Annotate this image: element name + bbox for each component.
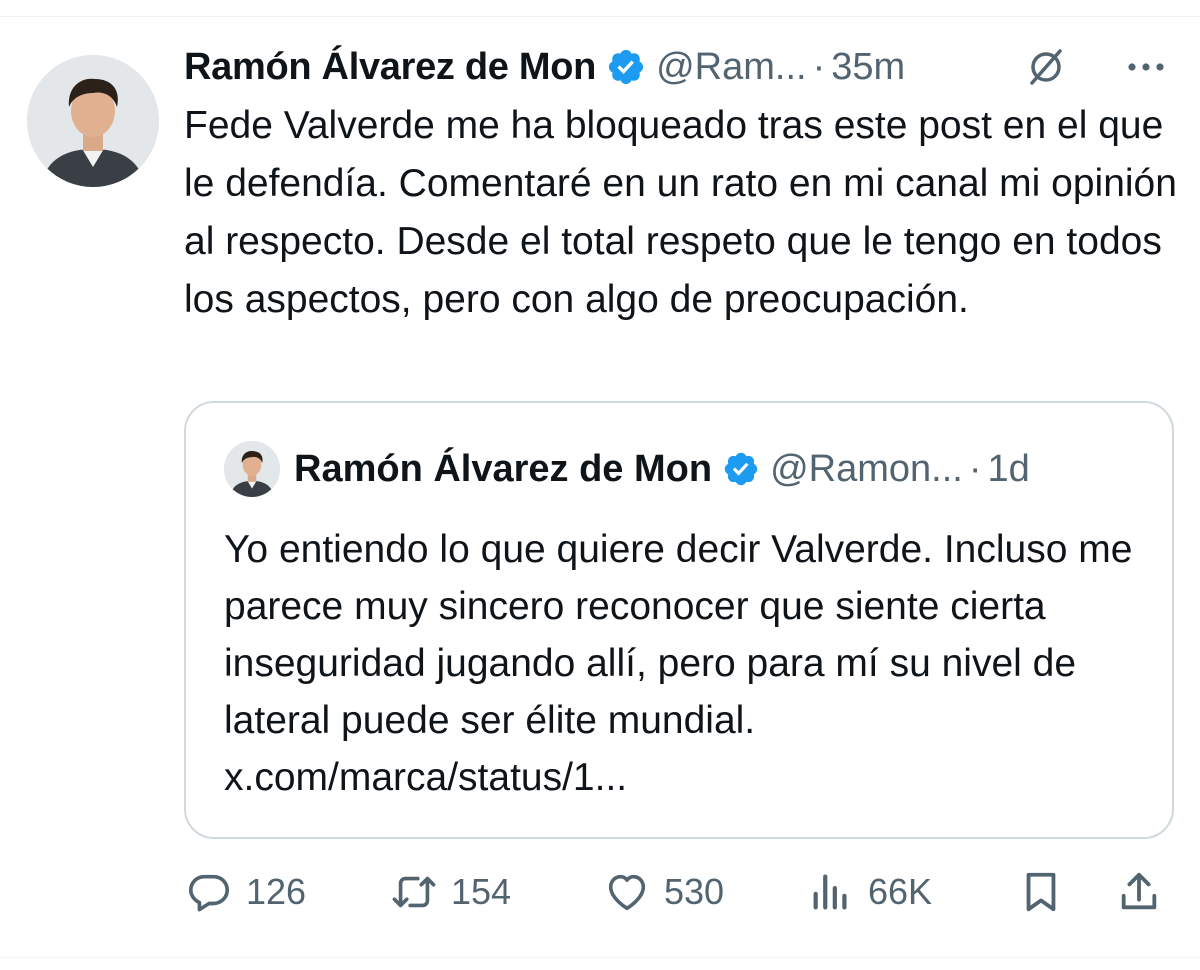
grok-icon[interactable] (1022, 43, 1070, 91)
like-count: 530 (664, 871, 725, 912)
reply-count: 126 (246, 871, 307, 912)
quoted-author-avatar (224, 441, 280, 497)
views-button[interactable]: 66K (808, 857, 932, 927)
timestamp[interactable]: 35m (831, 46, 905, 89)
share-button[interactable] (1116, 857, 1162, 927)
tweet-text: Fede Valverde me ha bloqueado tras este … (184, 104, 1177, 321)
bottom-divider (0, 957, 1200, 958)
reply-button[interactable]: 126 (186, 857, 306, 927)
action-bar: 126 154 530 66K (186, 857, 1176, 927)
tweet[interactable]: Ramón Álvarez de Mon @Ram... · 35m Fede … (0, 17, 1200, 957)
author-name[interactable]: Ramón Álvarez de Mon (184, 46, 596, 89)
separator-dot: · (968, 447, 982, 490)
views-chart-icon (813, 874, 847, 910)
repost-icon (392, 876, 436, 908)
quoted-tweet[interactable]: Ramón Álvarez de Mon @Ramon... · 1d Yo e… (184, 401, 1174, 839)
repost-count: 154 (451, 871, 512, 912)
heart-icon (608, 874, 646, 911)
author-handle[interactable]: @Ram... (656, 46, 806, 89)
repost-button[interactable]: 154 (391, 857, 511, 927)
views-count: 66K (868, 871, 933, 912)
bookmark-button[interactable] (1018, 857, 1064, 927)
quoted-tweet-text: Yo entiendo lo que quiere decir Valverde… (224, 528, 1133, 799)
quoted-author-name: Ramón Álvarez de Mon (294, 447, 713, 490)
bookmark-icon (1026, 872, 1056, 912)
reply-icon (188, 874, 230, 912)
author-avatar[interactable] (27, 55, 159, 187)
share-icon (1121, 872, 1157, 910)
verified-badge-icon (724, 452, 758, 486)
quoted-tweet-header: Ramón Álvarez de Mon @Ramon... · 1d (224, 439, 1132, 499)
more-options-icon[interactable] (1122, 43, 1170, 91)
verified-badge-icon (608, 49, 644, 85)
tweet-header: Ramón Álvarez de Mon @Ram... · 35m (184, 37, 1170, 97)
quoted-timestamp: 1d (987, 447, 1030, 490)
quoted-author-handle: @Ramon... (770, 447, 963, 490)
like-button[interactable]: 530 (604, 857, 724, 927)
separator-dot: · (812, 45, 826, 88)
